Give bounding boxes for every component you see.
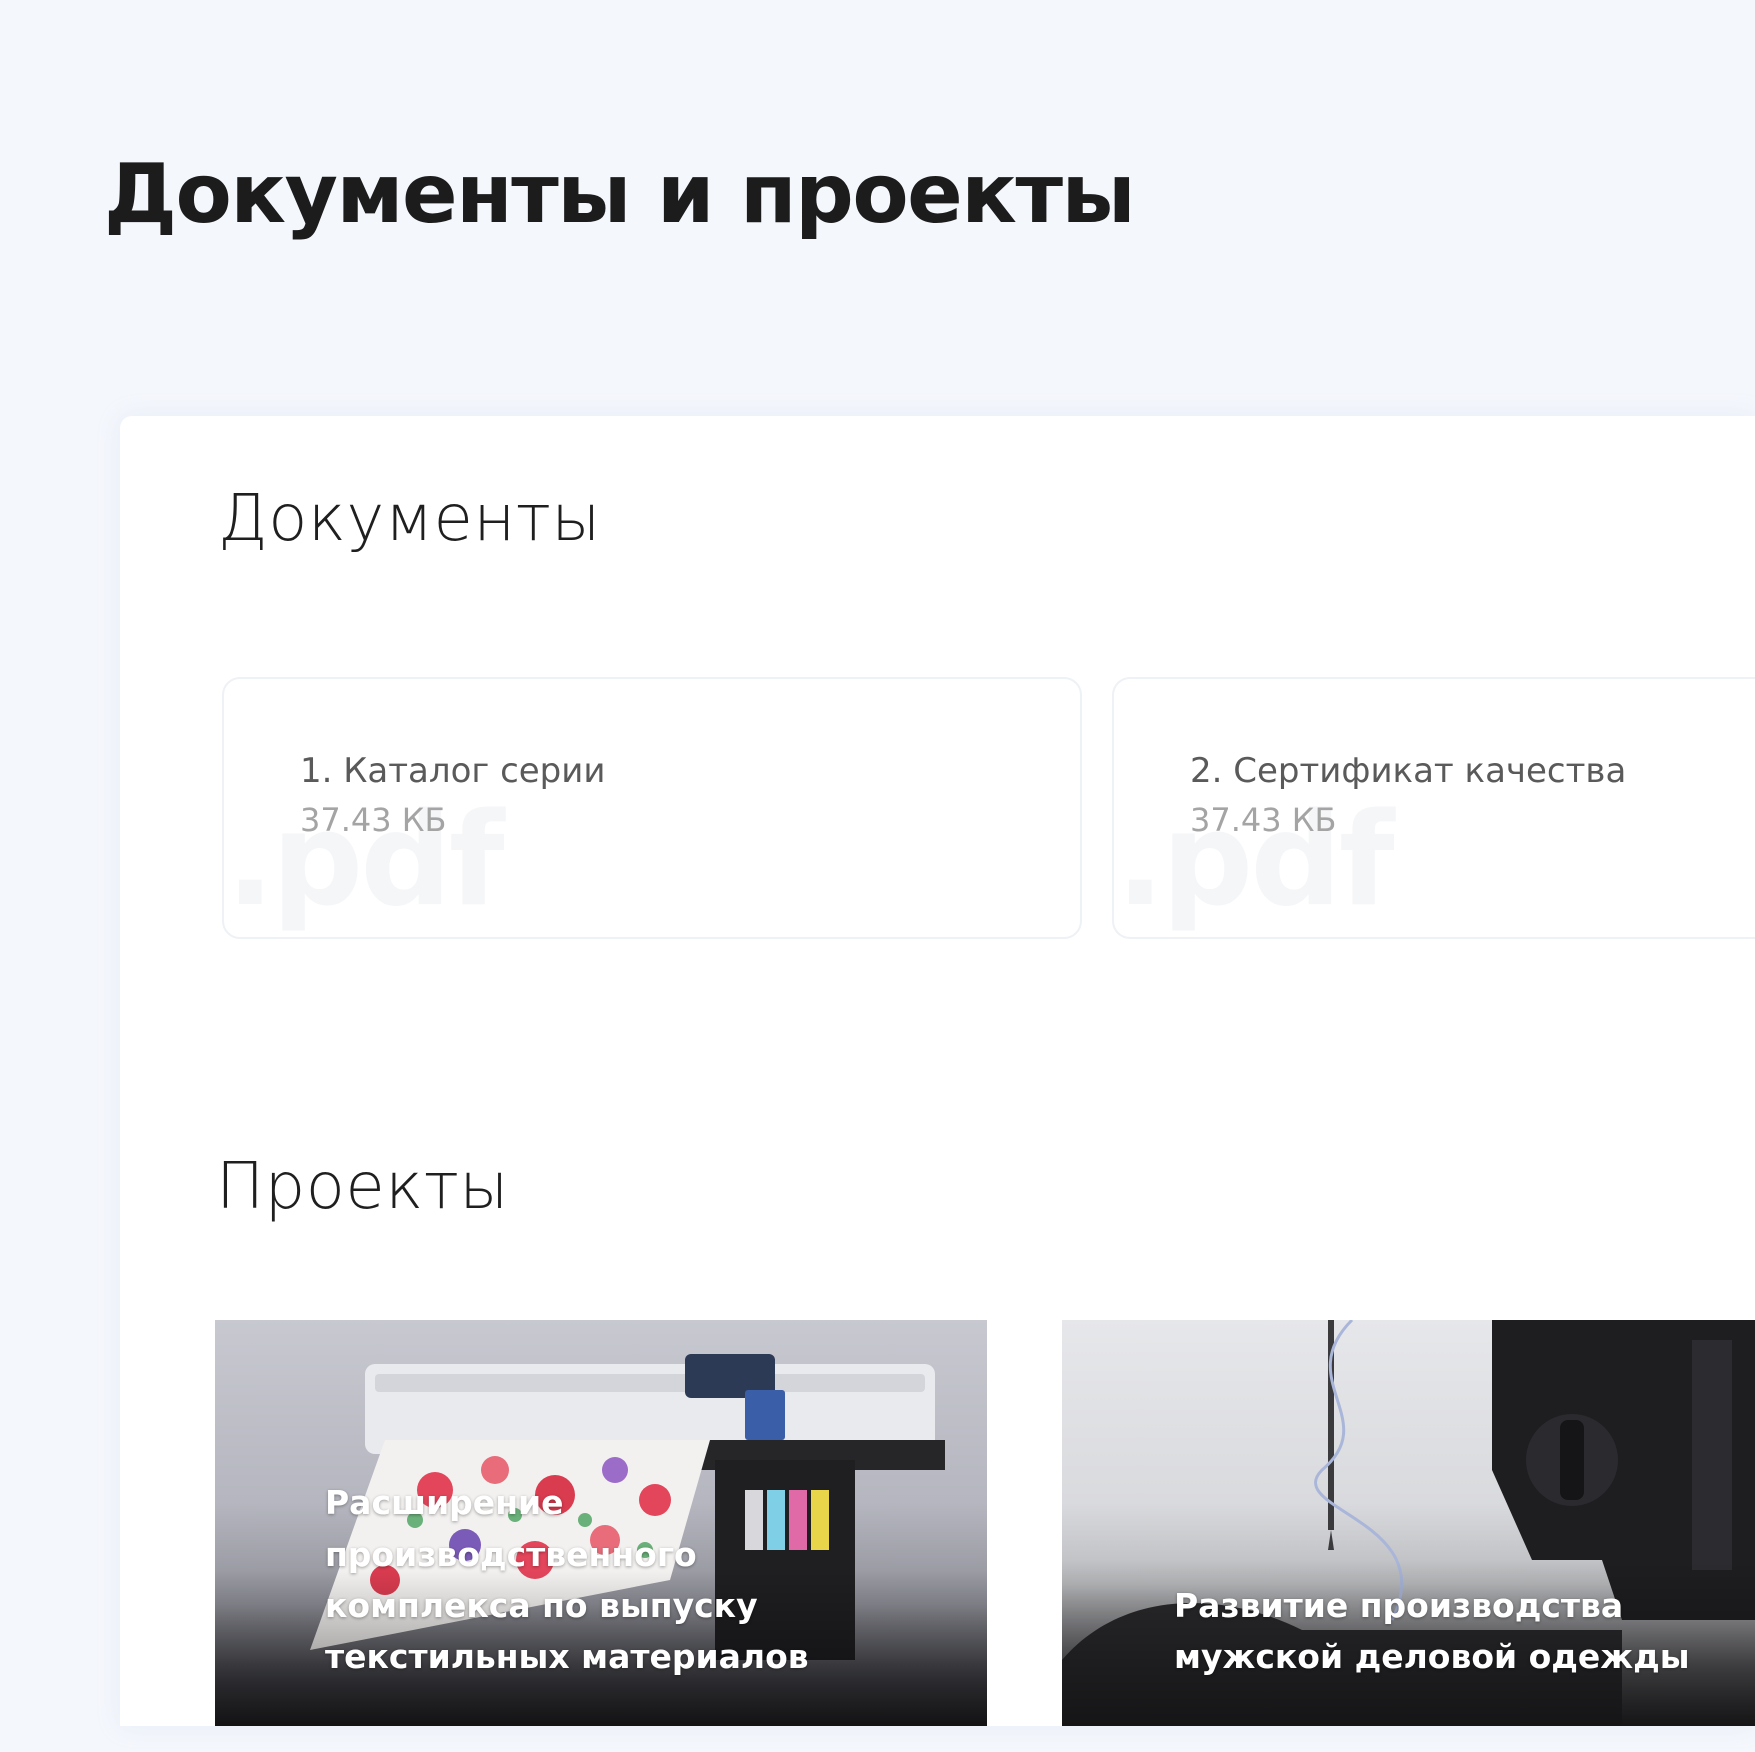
- document-name[interactable]: 1. Каталог серии: [300, 751, 605, 792]
- project-card-textile[interactable]: Расширение производственного комплекса п…: [215, 1320, 987, 1726]
- document-size: 37.43 КБ: [300, 801, 447, 839]
- document-card-certificate[interactable]: .pdf 2. Сертификат качества 37.43 КБ: [1112, 677, 1755, 939]
- project-title[interactable]: Развитие производства мужской деловой од…: [1174, 1580, 1690, 1682]
- content-panel: Документы .pdf 1. Каталог серии 37.43 КБ…: [120, 416, 1755, 1726]
- document-card-catalog[interactable]: .pdf 1. Каталог серии 37.43 КБ: [222, 677, 1082, 939]
- document-size: 37.43 КБ: [1190, 801, 1337, 839]
- project-card-menswear[interactable]: Развитие производства мужской деловой од…: [1062, 1320, 1755, 1726]
- projects-section-title: Проекты: [216, 1150, 509, 1224]
- document-name[interactable]: 2. Сертификат качества: [1190, 751, 1626, 792]
- project-title[interactable]: Расширение производственного комплекса п…: [325, 1477, 809, 1682]
- page-title: Документы и проекты: [104, 147, 1136, 242]
- documents-section-title: Документы: [218, 482, 601, 556]
